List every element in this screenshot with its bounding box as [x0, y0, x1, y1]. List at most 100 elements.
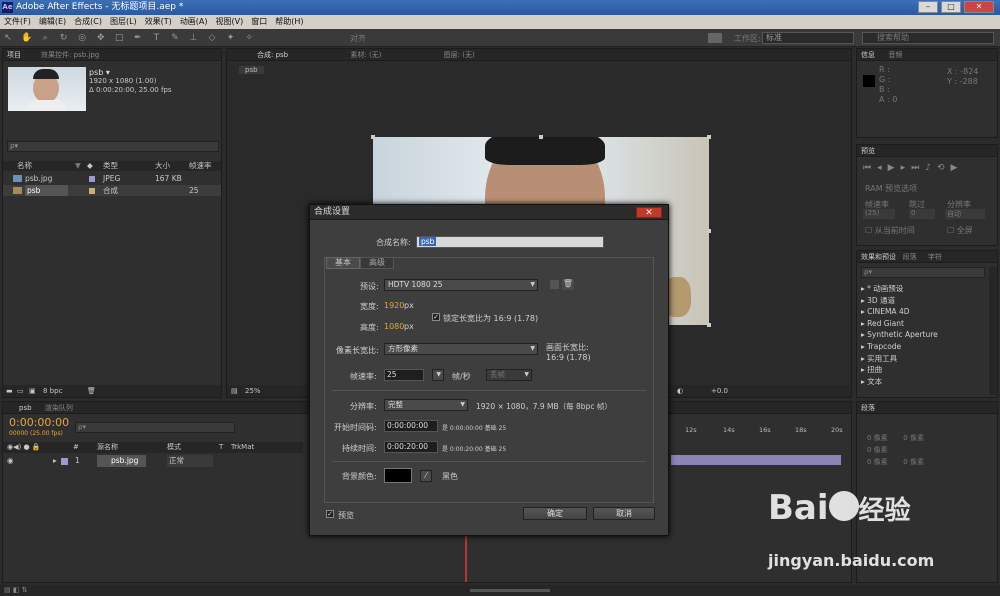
new-folder-icon[interactable]: ▭: [17, 385, 24, 397]
menu-effect[interactable]: 效果(T): [141, 17, 176, 26]
layer-duration-bar[interactable]: [671, 455, 841, 465]
tab-info[interactable]: 信息: [861, 51, 875, 59]
clone-tool-icon[interactable]: ⊥: [187, 32, 199, 44]
col-type[interactable]: 类型: [103, 161, 118, 171]
menu-file[interactable]: 文件(F): [0, 17, 35, 26]
col-mode[interactable]: 模式: [167, 442, 181, 453]
loop-icon[interactable]: ⟲: [937, 163, 951, 173]
bg-color-swatch[interactable]: [384, 468, 412, 483]
workspace-toggle-icon[interactable]: [708, 33, 722, 43]
bit-depth-label[interactable]: 8 bpc: [43, 385, 62, 397]
preview-checkbox[interactable]: ✓: [326, 510, 334, 518]
new-comp-icon[interactable]: ▣: [29, 385, 36, 397]
tab-effects-presets[interactable]: 效果和预设: [861, 253, 896, 261]
timeline-search-input[interactable]: ρ▾: [75, 422, 235, 433]
visibility-eye-icon[interactable]: ◉: [7, 455, 14, 467]
camera-tool-icon[interactable]: ◎: [76, 32, 88, 44]
ok-button[interactable]: 确定: [523, 507, 587, 520]
always-preview-icon[interactable]: ▤: [231, 385, 238, 397]
breadcrumb[interactable]: psb: [239, 66, 264, 74]
zoom-tool-icon[interactable]: ⌕: [39, 32, 51, 44]
list-item[interactable]: ▸ Synthetic Aperture: [861, 329, 938, 341]
skip-select[interactable]: 0: [909, 209, 935, 219]
resolution-select[interactable]: 自动: [945, 209, 985, 219]
minimize-button[interactable]: –: [918, 1, 938, 13]
last-frame-icon[interactable]: ⏭: [911, 163, 925, 173]
list-item[interactable]: ▸ 实用工具: [861, 353, 938, 365]
height-value[interactable]: 1080: [384, 322, 404, 331]
save-preset-icon[interactable]: [550, 280, 559, 289]
table-row[interactable]: psb 合成 25: [3, 185, 221, 196]
list-item[interactable]: ▸ * 动画预设: [861, 283, 938, 295]
first-frame-icon[interactable]: ⏮: [863, 163, 877, 173]
tab-layer[interactable]: 图层: (无): [444, 51, 475, 59]
toggle-switches-icon[interactable]: ▤ ◧ ⇅: [4, 585, 28, 596]
menu-window[interactable]: 窗口: [247, 17, 271, 26]
pen-tool-icon[interactable]: ✒: [132, 32, 144, 44]
hand-tool-icon[interactable]: ✋: [21, 32, 33, 44]
indent-left-value[interactable]: 0 像素: [867, 434, 888, 442]
from-current-time-checkbox[interactable]: ☐ 从当前时间: [865, 225, 915, 236]
label-color-swatch[interactable]: [89, 176, 95, 182]
tab-timeline-psb[interactable]: psb: [19, 404, 32, 412]
col-source-name[interactable]: 源名称: [97, 442, 118, 453]
drop-frame-select[interactable]: 丢帧: [486, 369, 532, 381]
layer-mode-select[interactable]: 正常: [167, 455, 213, 467]
rotate-tool-icon[interactable]: ↻: [58, 32, 70, 44]
prev-frame-icon[interactable]: ◂: [877, 163, 888, 173]
tab-project[interactable]: 项目: [7, 51, 21, 59]
rectangle-tool-icon[interactable]: □: [113, 32, 125, 44]
list-item[interactable]: ▸ 3D 通道: [861, 295, 938, 307]
search-help-input[interactable]: 搜索帮助: [862, 32, 994, 44]
effects-scrollbar[interactable]: [989, 267, 997, 395]
zoom-select[interactable]: 25%: [245, 385, 261, 397]
play-icon[interactable]: ▶: [888, 163, 901, 173]
tab-preview[interactable]: 预览: [861, 147, 875, 155]
indent-first-value[interactable]: 0 像素: [867, 446, 888, 454]
tab-effect-controls[interactable]: 效果控件: psb.jpg: [41, 51, 99, 59]
tab-advanced[interactable]: 高级: [360, 257, 394, 269]
table-row[interactable]: psb.jpg JPEG 167 KB: [3, 173, 221, 184]
space-before-value[interactable]: 0 像素: [867, 458, 888, 466]
fps-dropdown[interactable]: [432, 369, 444, 381]
zoom-slider[interactable]: [470, 589, 550, 592]
project-search-input[interactable]: ρ▾: [7, 141, 219, 152]
resize-handle[interactable]: [707, 229, 711, 233]
col-size[interactable]: 大小: [155, 161, 170, 171]
current-time-indicator[interactable]: [465, 532, 467, 582]
label-color-swatch[interactable]: [89, 188, 95, 194]
trash-icon[interactable]: 🗑: [87, 385, 96, 397]
ram-preview-icon[interactable]: ▶: [951, 163, 964, 173]
expand-arrow-icon[interactable]: ▸: [53, 455, 57, 467]
col-name[interactable]: 名称: [17, 161, 32, 171]
roto-tool-icon[interactable]: ✦: [225, 32, 237, 44]
resize-handle[interactable]: [707, 135, 711, 139]
pixel-aspect-select[interactable]: 方形像素: [384, 343, 538, 355]
menu-edit[interactable]: 编辑(E): [35, 17, 70, 26]
col-fps[interactable]: 帧速率: [189, 161, 212, 171]
eraser-tool-icon[interactable]: ◇: [206, 32, 218, 44]
resolution-select[interactable]: 完整: [384, 399, 468, 411]
audio-icon[interactable]: ♪: [925, 163, 937, 173]
exposure-icon[interactable]: ◐: [677, 385, 683, 397]
tab-render-queue[interactable]: 渲染队列: [45, 404, 73, 412]
layer-label-swatch[interactable]: [61, 458, 68, 465]
sort-arrow-icon[interactable]: ▼: [75, 161, 81, 171]
menu-help[interactable]: 帮助(H): [271, 17, 307, 26]
workspace-select[interactable]: 标准: [762, 32, 854, 44]
tab-paragraph[interactable]: 段落: [903, 253, 917, 261]
tab-composition[interactable]: 合成: psb: [257, 51, 288, 59]
col-trkmat[interactable]: TrkMat: [231, 442, 254, 453]
list-item[interactable]: ▸ CINEMA 4D: [861, 306, 938, 318]
menu-animation[interactable]: 动画(A): [176, 17, 212, 26]
resize-handle[interactable]: [707, 323, 711, 327]
list-item[interactable]: ▸ 文本: [861, 376, 938, 388]
start-timecode-input[interactable]: 0:00:00:00: [384, 420, 438, 432]
selection-tool-icon[interactable]: ↖: [2, 32, 14, 44]
list-item[interactable]: ▸ Red Giant: [861, 318, 938, 330]
width-value[interactable]: 1920: [384, 301, 404, 310]
resize-handle[interactable]: [539, 135, 543, 139]
brush-tool-icon[interactable]: ✎: [169, 32, 181, 44]
interpret-footage-icon[interactable]: ▬: [6, 385, 13, 397]
tab-character[interactable]: 字符: [928, 253, 942, 261]
